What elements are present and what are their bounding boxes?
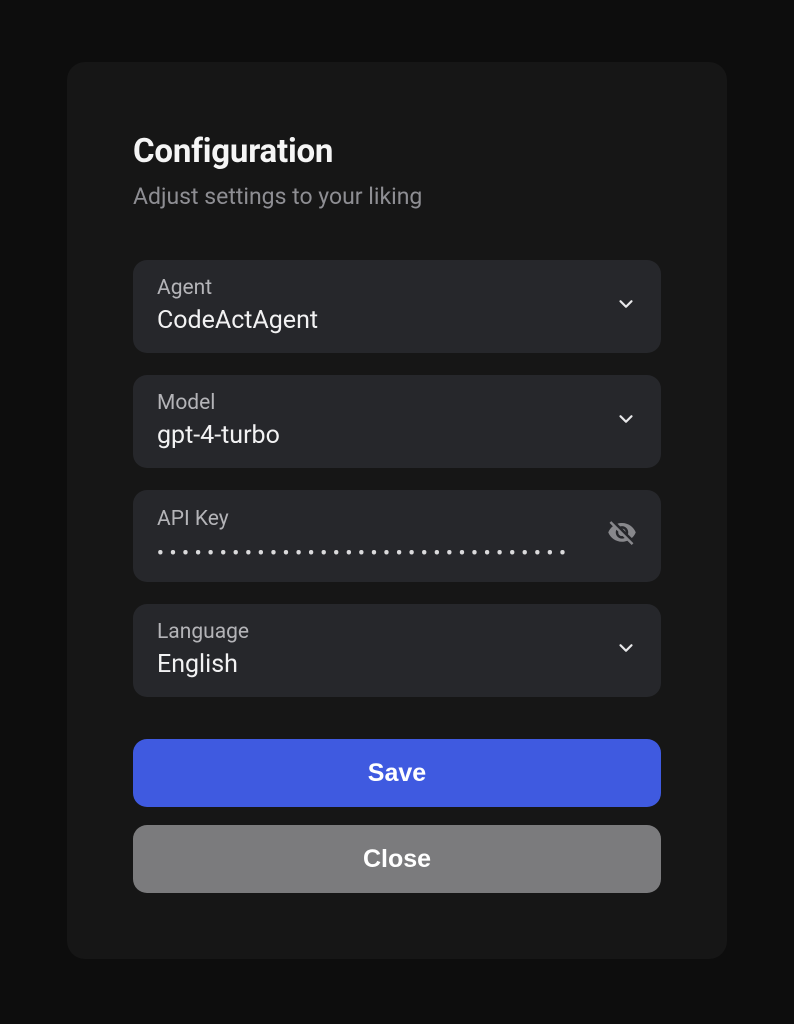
chevron-down-icon (615, 408, 637, 434)
close-button[interactable]: Close (133, 825, 661, 893)
agent-value: CodeActAgent (157, 306, 603, 335)
chevron-down-icon (615, 637, 637, 663)
eye-off-icon[interactable] (607, 518, 637, 552)
language-value: English (157, 650, 603, 679)
model-label: Model (157, 391, 603, 415)
modal-subtitle: Adjust settings to your liking (133, 183, 661, 210)
model-value: gpt-4-turbo (157, 421, 603, 450)
configuration-modal: Configuration Adjust settings to your li… (67, 62, 727, 959)
api-key-label: API Key (157, 507, 595, 531)
api-key-field[interactable]: API Key ••••••••••••••••••••••••••••••••… (133, 490, 661, 582)
language-select[interactable]: Language English (133, 604, 661, 697)
language-label: Language (157, 620, 603, 644)
modal-title: Configuration (133, 132, 661, 171)
modal-header: Configuration Adjust settings to your li… (133, 132, 661, 210)
api-key-value: ••••••••••••••••••••••••••••••••• (157, 537, 595, 563)
save-button[interactable]: Save (133, 739, 661, 807)
agent-content: Agent CodeActAgent (157, 276, 603, 335)
agent-label: Agent (157, 276, 603, 300)
api-key-content: API Key ••••••••••••••••••••••••••••••••… (157, 507, 595, 563)
button-row: Save Close (133, 739, 661, 893)
model-content: Model gpt-4-turbo (157, 391, 603, 450)
chevron-down-icon (615, 293, 637, 319)
language-content: Language English (157, 620, 603, 679)
agent-select[interactable]: Agent CodeActAgent (133, 260, 661, 353)
model-select[interactable]: Model gpt-4-turbo (133, 375, 661, 468)
